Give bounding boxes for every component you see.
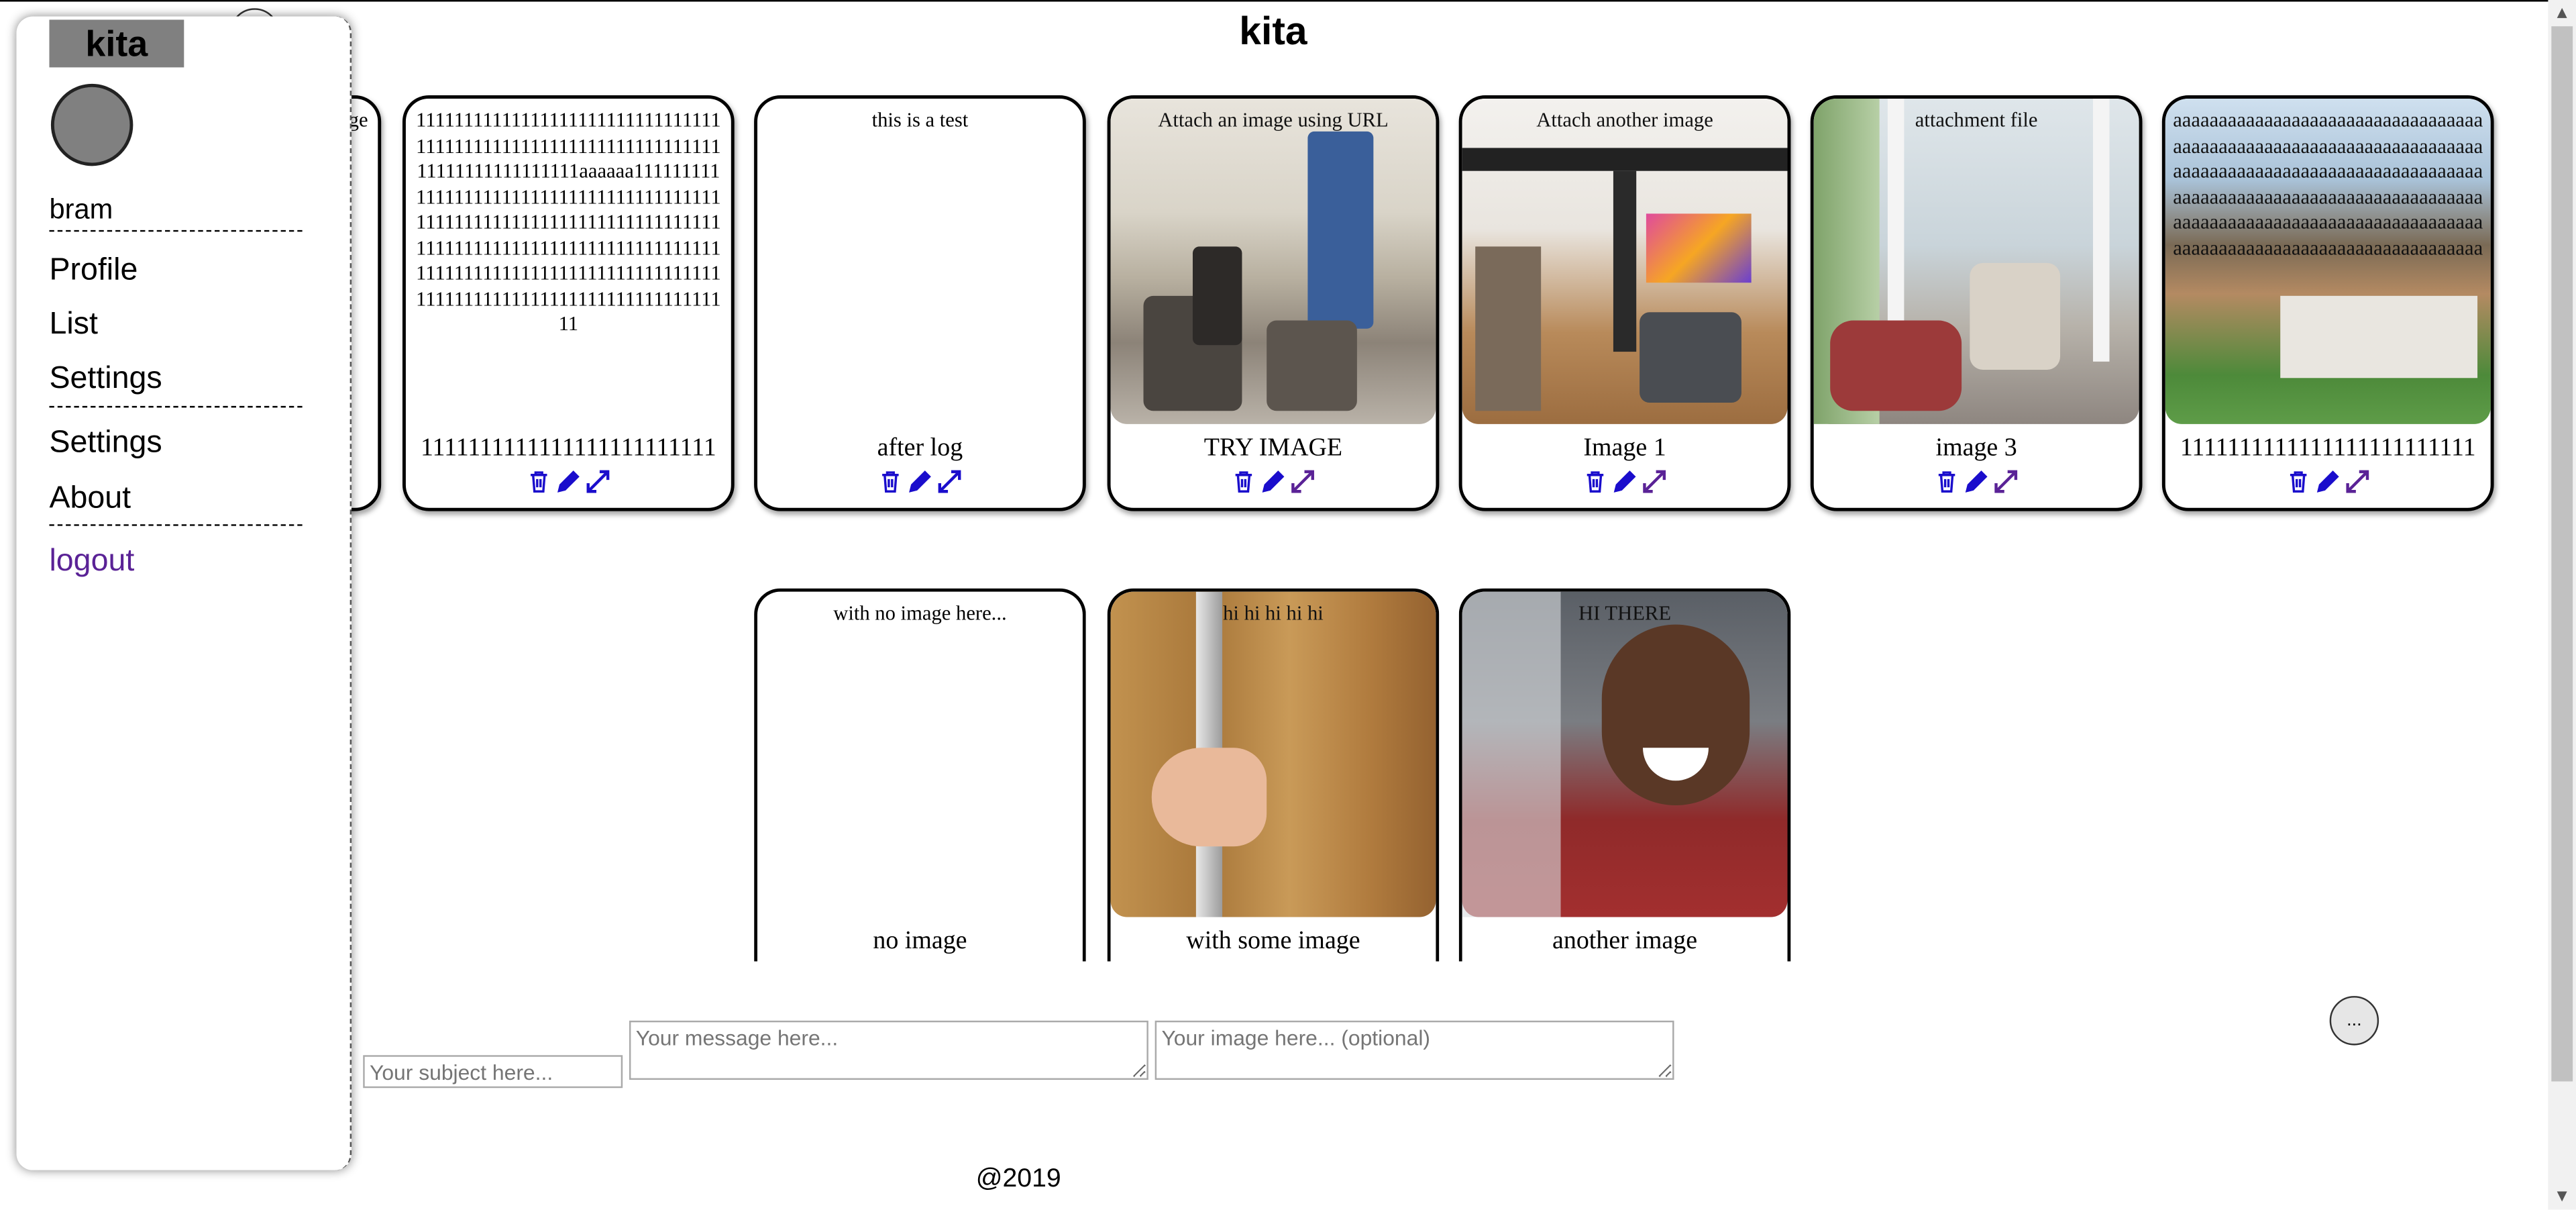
card-subject: 1111111111111111111111111 bbox=[420, 434, 716, 462]
more-button[interactable]: ... bbox=[2329, 996, 2379, 1046]
card-subject: another image bbox=[1552, 927, 1698, 955]
card-subject: no image bbox=[873, 927, 967, 955]
pencil-icon[interactable] bbox=[2315, 469, 2341, 495]
expand-icon[interactable] bbox=[585, 469, 611, 495]
card-subject: Image 1 bbox=[1583, 434, 1666, 462]
scrollbar[interactable]: ▲ ▼ bbox=[2548, 0, 2576, 1210]
card-actions bbox=[2165, 467, 2491, 497]
card-message: this is a test bbox=[871, 108, 969, 132]
trash-icon[interactable] bbox=[1230, 469, 1256, 495]
scroll-down-arrow-icon[interactable]: ▼ bbox=[2548, 1183, 2576, 1209]
sidebar-brand[interactable]: kita bbox=[49, 19, 184, 68]
card-actions bbox=[1462, 467, 1788, 497]
scroll-thumb[interactable] bbox=[2551, 26, 2573, 1082]
sidebar-divider bbox=[49, 405, 303, 408]
trash-icon[interactable] bbox=[1582, 469, 1608, 495]
card-actions bbox=[1111, 467, 1436, 497]
message-card[interactable]: aaaaaaaaaaaaaaaaaaaaaaaaaaaaaaaaaaaaaaaa… bbox=[2161, 95, 2494, 511]
interior-photo bbox=[1462, 98, 1788, 424]
sidebar-item-list[interactable]: List bbox=[49, 307, 302, 344]
pencil-icon[interactable] bbox=[1260, 469, 1286, 495]
laughing-man-photo bbox=[1462, 591, 1788, 917]
card-actions bbox=[1814, 467, 2139, 497]
message-card[interactable]: HI THERE another image bbox=[1458, 588, 1791, 962]
card-message: 1111111111111111111111111111111111111111… bbox=[416, 108, 721, 336]
card-subject: after log bbox=[877, 434, 963, 462]
sidebar-item-about[interactable]: About bbox=[49, 482, 302, 518]
trash-icon[interactable] bbox=[1933, 469, 1960, 495]
wood-door-photo bbox=[1110, 591, 1436, 917]
scroll-up-arrow-icon[interactable]: ▲ bbox=[2548, 0, 2576, 26]
card-message: hi hi hi hi hi bbox=[1223, 601, 1324, 625]
sidebar-divider bbox=[49, 524, 303, 526]
card-subject: 1111111111111111111111111 bbox=[2180, 434, 2476, 462]
sidebar-item-settings[interactable]: Settings bbox=[49, 362, 302, 398]
avatar[interactable] bbox=[50, 83, 133, 166]
message-card[interactable]: Attach another image Image 1 bbox=[1458, 95, 1791, 511]
expand-icon[interactable] bbox=[1993, 469, 2019, 495]
sidebar-item-logout[interactable]: logout bbox=[49, 544, 302, 581]
card-message: Attach an image using URL bbox=[1158, 108, 1389, 132]
message-card[interactable]: hi hi hi hi hi with some image bbox=[1107, 588, 1440, 962]
sidebar-username: bram bbox=[49, 194, 303, 232]
sidebar-item-profile[interactable]: Profile bbox=[49, 253, 302, 289]
card-message: HI THERE bbox=[1578, 601, 1672, 625]
expand-icon[interactable] bbox=[1289, 469, 1316, 495]
pencil-icon[interactable] bbox=[1964, 469, 1990, 495]
office-photo bbox=[1110, 98, 1436, 424]
top-border bbox=[0, 0, 2576, 2]
trash-icon[interactable] bbox=[2286, 469, 2312, 495]
card-subject: TRY IMAGE bbox=[1203, 434, 1343, 462]
page: kita ge 11111111111111111111111111111111… bbox=[0, 0, 2576, 1210]
message-card[interactable]: 1111111111111111111111111111111111111111… bbox=[402, 95, 735, 511]
pencil-icon[interactable] bbox=[555, 469, 582, 495]
message-card[interactable]: with no image here... no image bbox=[754, 588, 1086, 962]
message-textarea[interactable] bbox=[629, 1020, 1148, 1080]
sidebar-menu: kita bram Profile List Settings Settings… bbox=[16, 16, 352, 1170]
expand-icon[interactable] bbox=[936, 469, 963, 495]
trash-icon[interactable] bbox=[526, 469, 552, 495]
card-actions bbox=[757, 467, 1083, 497]
card-actions bbox=[406, 467, 731, 497]
footer-copyright: @2019 bbox=[975, 1165, 1061, 1193]
sidebar-item-settings-2[interactable]: Settings bbox=[49, 425, 302, 462]
message-card[interactable]: Attach an image using URL TRY IMAGE bbox=[1107, 95, 1440, 511]
card-message: with no image here... bbox=[833, 601, 1007, 625]
card-message: aaaaaaaaaaaaaaaaaaaaaaaaaaaaaaaaaaaaaaaa… bbox=[2173, 108, 2483, 259]
expand-icon[interactable] bbox=[1642, 469, 1668, 495]
card-subject: image 3 bbox=[1935, 434, 2017, 462]
living-room-photo bbox=[1813, 98, 2139, 424]
message-card[interactable]: this is a test after log bbox=[754, 95, 1086, 511]
pencil-icon[interactable] bbox=[907, 469, 933, 495]
pencil-icon[interactable] bbox=[1611, 469, 1638, 495]
expand-icon[interactable] bbox=[2345, 469, 2371, 495]
image-url-textarea[interactable] bbox=[1155, 1020, 1674, 1080]
subject-input[interactable] bbox=[363, 1055, 623, 1089]
card-subject: with some image bbox=[1186, 927, 1360, 955]
page-title: kita bbox=[1239, 9, 1307, 54]
card-message: attachment file bbox=[1915, 108, 2038, 132]
message-card[interactable]: attachment file image 3 bbox=[1810, 95, 2143, 511]
trash-icon[interactable] bbox=[877, 469, 904, 495]
card-message: Attach another image bbox=[1536, 108, 1713, 132]
